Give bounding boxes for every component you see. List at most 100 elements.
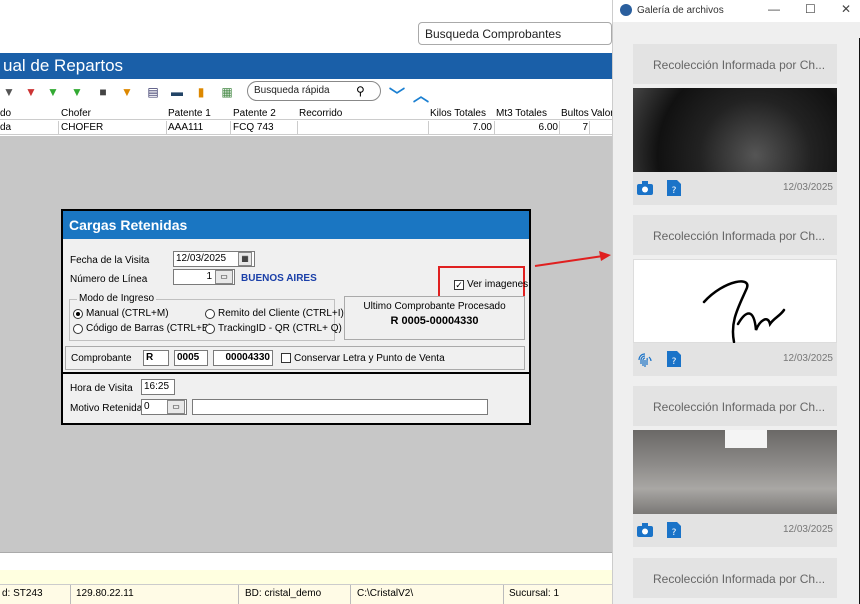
filter-orange-icon[interactable]: ▼ xyxy=(120,85,134,99)
modo-legend: Modo de Ingreso xyxy=(77,293,157,304)
calendar-icon[interactable]: ▦ xyxy=(238,252,252,266)
column-header[interactable]: Chofer xyxy=(61,108,91,119)
ver-imagenes-checkbox[interactable]: ✓ xyxy=(454,280,464,290)
card-photo[interactable] xyxy=(633,88,837,172)
modo-fieldset xyxy=(69,299,335,341)
filter-apply-icon[interactable]: ▼ xyxy=(70,85,84,99)
card-header: Recolección Informada por Ch... xyxy=(633,558,837,598)
table-row[interactable]: da CHOFER AAA111 FCQ 743 7.00 6.00 7 xyxy=(0,121,612,135)
dialog-title: Cargas Retenidas xyxy=(63,211,529,239)
comprobante-letra-input[interactable]: R xyxy=(143,350,169,366)
grid-header: do Chofer Patente 1 Patente 2 Recorrido … xyxy=(0,107,612,120)
card-photo[interactable] xyxy=(633,430,837,514)
card-date: 12/03/2025 xyxy=(782,353,833,364)
column-header[interactable]: Patente 1 xyxy=(168,108,211,119)
hora-label: Hora de Visita xyxy=(70,383,133,394)
card-header: Recolección Informada por Ch... xyxy=(633,44,837,84)
motivo-desc-input[interactable] xyxy=(192,399,488,415)
cargas-retenidas-dialog: Cargas Retenidas Fecha de la Visita 12/0… xyxy=(61,209,531,425)
signature-image xyxy=(702,280,786,344)
document-icon[interactable]: ? xyxy=(667,351,681,367)
status-user: d: ST243 xyxy=(2,588,43,599)
fingerprint-icon[interactable] xyxy=(637,352,653,368)
svg-text:?: ? xyxy=(672,528,677,538)
column-header[interactable]: Recorrido xyxy=(299,108,342,119)
maximize-icon[interactable]: ☐ xyxy=(805,2,816,16)
comprobante-row: Comprobante R 0005 00004330 Conservar Le… xyxy=(65,346,525,370)
card-signature[interactable] xyxy=(633,259,837,344)
chevron-up-icon[interactable]: ︿ xyxy=(413,82,429,106)
filter-remove-icon[interactable]: ▼ xyxy=(24,85,38,99)
table-cell: 7.00 xyxy=(472,122,492,133)
card-header: Recolección Informada por Ch... xyxy=(633,215,837,255)
ceiling-light xyxy=(725,430,767,448)
gallery-window: Galería de archivos — ☐ ✕ Recolección In… xyxy=(612,0,860,604)
table-cell: 6.00 xyxy=(538,122,558,133)
status-sucursal: Sucursal: 1 xyxy=(509,588,560,599)
app-icon xyxy=(620,4,632,16)
image-icon[interactable]: ▬ xyxy=(170,85,184,99)
ultimo-value: R 0005-00004330 xyxy=(390,315,479,327)
filter-icon[interactable]: ▼ xyxy=(2,85,16,99)
radio-tracking-label: TrackingID - QR (CTRL+ Q) xyxy=(218,323,342,334)
footer-strip xyxy=(0,570,612,584)
radio-barras[interactable] xyxy=(73,324,83,334)
column-header[interactable]: do xyxy=(0,108,11,119)
svg-text:?: ? xyxy=(672,357,677,367)
table-cell: da xyxy=(0,122,12,133)
column-header[interactable]: Mt3 Totales xyxy=(496,108,547,119)
conservar-label: Conservar Letra y Punto de Venta xyxy=(294,353,445,364)
linea-label: Número de Línea xyxy=(70,274,148,285)
comprobante-num-input[interactable]: 00004330 xyxy=(213,350,273,366)
motivo-label: Motivo Retenida xyxy=(70,403,143,414)
status-bar: d: ST243 129.80.22.11 BD: cristal_demo C… xyxy=(0,584,612,604)
gallery-list: Recolección Informada por Ch... ? 12/03/… xyxy=(613,22,860,604)
camera-icon[interactable] xyxy=(637,523,653,537)
window-title-bar: ual de Repartos xyxy=(0,53,612,79)
ver-imagenes-label: Ver imagenes xyxy=(467,279,529,290)
spreadsheet-icon[interactable]: ▦ xyxy=(220,85,234,99)
document-icon[interactable]: ▤ xyxy=(146,85,160,99)
hora-input[interactable]: 16:25 xyxy=(141,379,175,395)
camera-icon[interactable] xyxy=(637,181,653,195)
status-path: C:\CristalV2\ xyxy=(357,588,414,599)
column-header[interactable]: Kilos Totales xyxy=(430,108,486,119)
chart-icon[interactable]: ▮ xyxy=(194,85,208,99)
card-footer: ? 12/03/2025 xyxy=(633,343,837,376)
table-cell: AAA111 xyxy=(168,122,204,133)
dialog-main-section: Fecha de la Visita 12/03/2025 ▦ Número d… xyxy=(63,239,529,374)
fecha-label: Fecha de la Visita xyxy=(70,255,150,266)
search-icon[interactable]: ⚲ xyxy=(356,84,365,98)
status-ip: 129.80.22.11 xyxy=(76,588,134,599)
save-icon[interactable]: ■ xyxy=(96,85,110,99)
filter-add-icon[interactable]: ▼ xyxy=(46,85,60,99)
radio-manual[interactable] xyxy=(73,309,83,319)
conservar-checkbox[interactable] xyxy=(281,353,291,363)
lookup-icon[interactable]: ▭ xyxy=(215,270,233,284)
document-icon[interactable]: ? xyxy=(667,180,681,196)
status-db: BD: cristal_demo xyxy=(245,588,322,599)
radio-remito[interactable] xyxy=(205,309,215,319)
gallery-title: Galería de archivos xyxy=(637,5,724,16)
gallery-titlebar: Galería de archivos — ☐ ✕ xyxy=(613,0,860,22)
document-icon[interactable]: ? xyxy=(667,522,681,538)
close-icon[interactable]: ✕ xyxy=(841,2,851,16)
card-date: 12/03/2025 xyxy=(782,182,833,193)
footer-strip xyxy=(0,552,612,570)
comprobante-label: Comprobante xyxy=(71,353,132,364)
comprobante-pv-input[interactable]: 0005 xyxy=(174,350,208,366)
column-header[interactable]: Bultos xyxy=(561,108,589,119)
annotation-arrow xyxy=(534,251,611,267)
card-header: Recolección Informada por Ch... xyxy=(633,386,837,426)
svg-text:?: ? xyxy=(672,186,677,196)
card-footer: ? 12/03/2025 xyxy=(633,172,837,205)
column-header[interactable]: Valor xyxy=(591,108,612,119)
minimize-icon[interactable]: — xyxy=(768,2,780,16)
column-header[interactable]: Patente 2 xyxy=(233,108,276,119)
search-comprobantes-input[interactable]: Busqueda Comprobantes xyxy=(418,22,612,45)
chevron-down-icon[interactable]: ﹀ xyxy=(389,82,405,106)
radio-tracking[interactable] xyxy=(205,324,215,334)
radio-remito-label: Remito del Cliente (CTRL+I) xyxy=(218,308,344,319)
window-title: ual de Repartos xyxy=(3,56,124,75)
lookup-icon[interactable]: ▭ xyxy=(167,400,185,414)
